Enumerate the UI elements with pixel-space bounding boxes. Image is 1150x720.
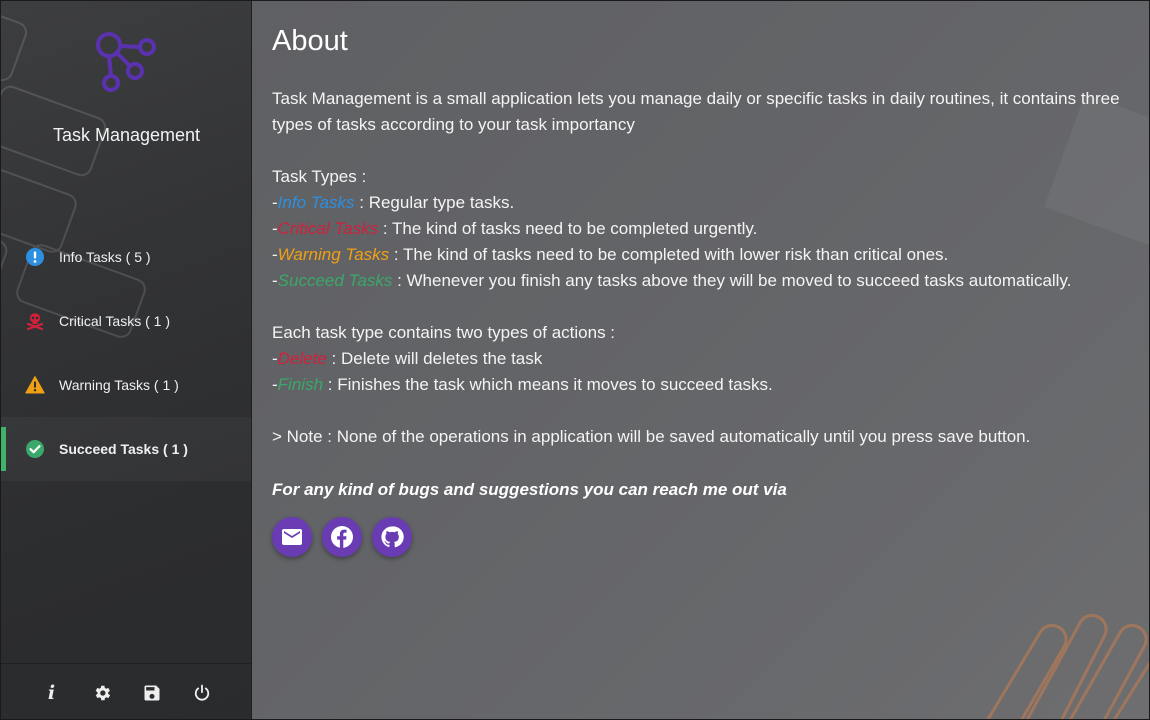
app-title: Task Management	[52, 125, 201, 145]
nav-item-label: Info Tasks ( 5 )	[59, 249, 151, 265]
app-logo-icon	[93, 29, 161, 97]
actions-heading: Each task type contains two types of act…	[272, 323, 616, 342]
save-button[interactable]	[142, 683, 162, 703]
gear-icon	[95, 685, 110, 700]
actions-section: Each task type contains two types of act…	[272, 320, 1122, 398]
email-icon	[282, 529, 302, 545]
task-type-name: Succeed Tasks	[277, 271, 393, 290]
sidebar: Task Management Info Tasks ( 5 ) Critica…	[1, 1, 252, 719]
check-circle-icon	[25, 439, 45, 459]
sidebar-footer-toolbar: i	[1, 663, 251, 719]
task-types-section: Task Types : -Info Tasks : Regular type …	[272, 164, 1122, 294]
page-title: About	[272, 25, 348, 57]
warning-triangle-icon	[25, 375, 45, 395]
action-name: Finish	[277, 375, 324, 394]
task-type-line: -Info Tasks : Regular type tasks.	[272, 190, 1122, 216]
task-type-desc: : The kind of tasks need to be completed…	[389, 245, 949, 264]
github-button[interactable]	[372, 517, 412, 557]
intro-line: types of tasks according to your task im…	[272, 115, 635, 134]
power-button[interactable]	[192, 683, 212, 703]
note-section: > Note : None of the operations in appli…	[272, 424, 1122, 450]
nav-item-label: Warning Tasks ( 1 )	[59, 377, 179, 393]
action-desc: : Finishes the task which means it moves…	[323, 375, 773, 394]
task-type-desc: : Regular type tasks.	[354, 193, 515, 212]
skull-crossbones-icon	[25, 311, 45, 331]
note-text: > Note : None of the operations in appli…	[272, 427, 1031, 446]
task-type-line: -Critical Tasks : The kind of tasks need…	[272, 216, 1122, 242]
info-circle-icon	[25, 247, 45, 267]
nav-item-info-tasks[interactable]: Info Tasks ( 5 )	[1, 225, 251, 289]
task-type-line: -Warning Tasks : The kind of tasks need …	[272, 242, 1122, 268]
task-types-heading: Task Types :	[272, 167, 367, 186]
action-line: -Finish : Finishes the task which means …	[272, 372, 1122, 398]
nav-item-succeed-tasks[interactable]: Succeed Tasks ( 1 )	[1, 417, 251, 481]
settings-button[interactable]	[92, 683, 112, 703]
task-type-name: Info Tasks	[277, 193, 355, 212]
action-desc: : Delete will deletes the task	[326, 349, 543, 368]
paperclips-background-decoration	[986, 614, 1149, 719]
contact-text: For any kind of bugs and suggestions you…	[272, 480, 787, 499]
action-line: -Delete : Delete will deletes the task	[272, 346, 1122, 372]
action-name: Delete	[277, 349, 327, 368]
info-italic-icon: i	[47, 681, 56, 704]
intro-line: Task Management is a small application l…	[272, 89, 1120, 108]
email-button[interactable]	[272, 517, 312, 557]
social-links	[272, 517, 412, 557]
task-type-desc: : The kind of tasks need to be completed…	[378, 219, 758, 238]
nav-item-warning-tasks[interactable]: Warning Tasks ( 1 )	[1, 353, 251, 417]
task-type-desc: : Whenever you finish any tasks above th…	[392, 271, 1072, 290]
task-type-name: Critical Tasks	[277, 219, 379, 238]
intro-paragraph: Task Management is a small application l…	[272, 86, 1122, 138]
app-window: Task Management Info Tasks ( 5 ) Critica…	[0, 0, 1150, 720]
about-button[interactable]: i	[42, 681, 62, 704]
github-icon	[381, 526, 404, 548]
task-type-name: Warning Tasks	[277, 245, 390, 264]
facebook-icon	[331, 526, 353, 548]
nav-item-label: Critical Tasks ( 1 )	[59, 313, 170, 329]
nav-item-critical-tasks[interactable]: Critical Tasks ( 1 )	[1, 289, 251, 353]
power-icon	[194, 684, 209, 700]
nav-item-label: Succeed Tasks ( 1 )	[59, 441, 188, 457]
save-icon	[144, 685, 159, 700]
task-nav: Info Tasks ( 5 ) Critical Tasks (1) Wa…	[1, 225, 251, 481]
about-panel: About Task Management is a small applica…	[252, 1, 1149, 719]
task-type-line: -Succeed Tasks : Whenever you finish any…	[272, 268, 1122, 294]
facebook-button[interactable]	[322, 517, 362, 557]
